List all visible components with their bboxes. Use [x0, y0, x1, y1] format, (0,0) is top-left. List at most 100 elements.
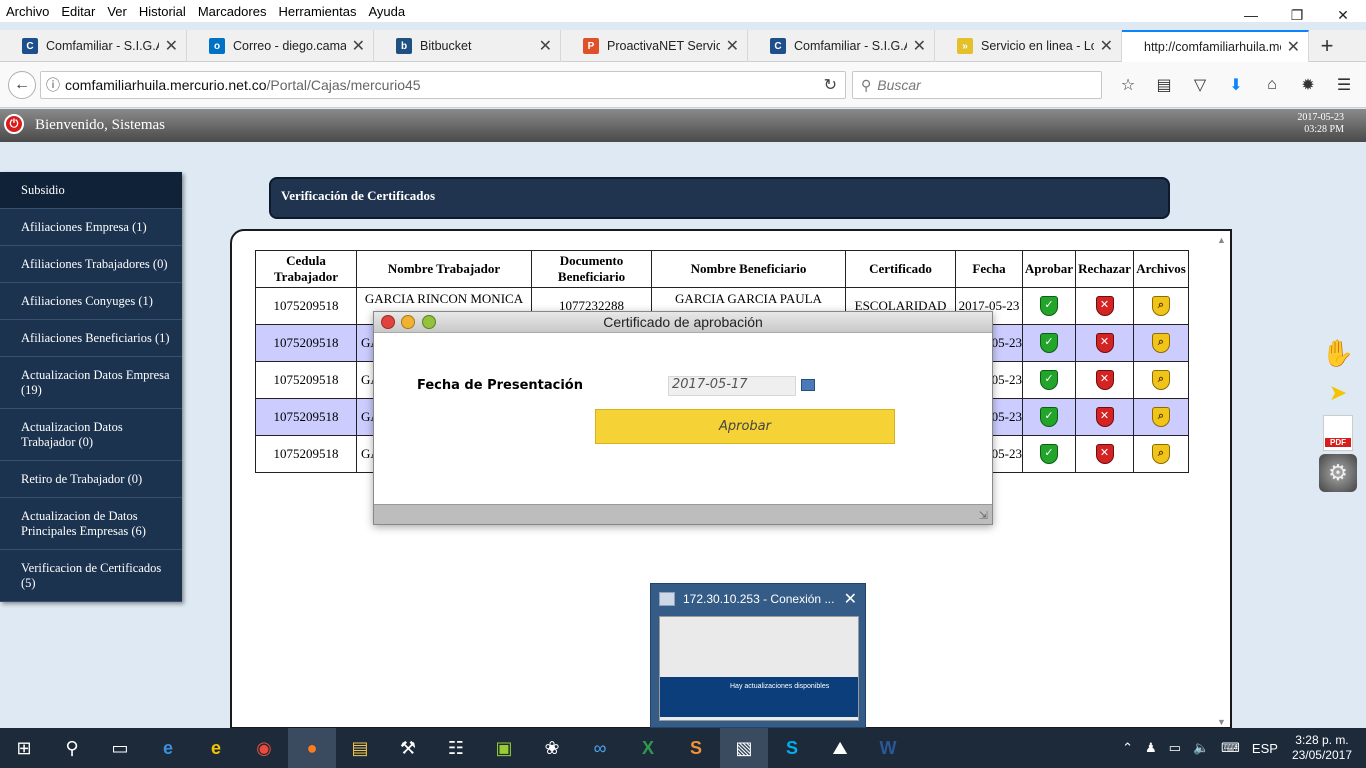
sidebar-item-actualizacion-datos-empresa[interactable]: Actualizacion Datos Empresa (19)	[0, 357, 182, 409]
firefox-icon[interactable]: ●	[288, 728, 336, 768]
scroll-up-icon[interactable]: ▲	[1217, 235, 1226, 245]
close-icon[interactable]: ✕	[1320, 0, 1366, 30]
tab-close-icon[interactable]: ✕	[539, 36, 552, 56]
tab-close-icon[interactable]: ✕	[726, 36, 739, 56]
tab-1[interactable]: o Correo - diego.camacho ✕	[187, 30, 374, 62]
restore-icon[interactable]: ❐	[1274, 0, 1320, 30]
project-icon[interactable]: ▣	[480, 728, 528, 768]
menu-herramientas[interactable]: Herramientas	[272, 4, 362, 19]
tray-keyboard-icon[interactable]: ⌨	[1221, 740, 1240, 756]
reject-shield-icon[interactable]: ✕	[1095, 370, 1114, 390]
files-shield-icon[interactable]: ⌕	[1152, 333, 1170, 353]
excel-icon[interactable]: X	[624, 728, 672, 768]
settings-link[interactable]: ⚙	[1318, 454, 1358, 492]
explorer-icon[interactable]: ▤	[336, 728, 384, 768]
word-icon[interactable]: W	[864, 728, 912, 768]
power-icon[interactable]: ⏻	[4, 114, 24, 134]
tray-network-icon[interactable]: ▭	[1169, 740, 1181, 756]
photos-icon[interactable]: ⛰	[816, 728, 864, 768]
files-shield-icon[interactable]: ⌕	[1152, 407, 1170, 427]
ie-icon[interactable]: e	[192, 728, 240, 768]
git-app-icon[interactable]: ❀	[528, 728, 576, 768]
tab-0[interactable]: C Comfamiliar - S.I.G.A.S. ✕	[0, 30, 187, 62]
sidebar-item-afiliaciones-trabajadores[interactable]: Afiliaciones Trabajadores (0)	[0, 246, 182, 283]
windows-start-icon[interactable]: ⊞	[0, 728, 48, 768]
wing-icon[interactable]: ➤	[1318, 374, 1358, 412]
menu-ayuda[interactable]: Ayuda	[362, 4, 411, 19]
approve-shield-icon[interactable]: ✓	[1040, 444, 1058, 464]
minimize-icon[interactable]: —	[1228, 0, 1274, 30]
sync-app-icon[interactable]: ∞	[576, 728, 624, 768]
calendar-icon[interactable]	[801, 379, 815, 391]
menu-historial[interactable]: Historial	[133, 4, 192, 19]
tab-close-icon[interactable]: ✕	[913, 36, 926, 56]
approve-shield-icon[interactable]: ✓	[1040, 407, 1058, 427]
tab-close-icon[interactable]: ✕	[165, 36, 178, 56]
files-shield-icon[interactable]: ⌕	[1152, 370, 1170, 390]
tools-icon[interactable]: ⚒	[384, 728, 432, 768]
tab-5[interactable]: » Servicio en linea - Login ✕	[935, 30, 1122, 62]
home-icon[interactable]: ⌂	[1254, 71, 1290, 99]
scroll-down-icon[interactable]: ▼	[1217, 717, 1226, 727]
reload-icon[interactable]: ↻	[824, 75, 837, 95]
tab-4[interactable]: C Comfamiliar - S.I.G.A.S. ✕	[748, 30, 935, 62]
sidebar-item-subsidio[interactable]: Subsidio	[0, 172, 182, 209]
sidebar-item-verificacion-certificados[interactable]: Verificacion de Certificados (5)	[0, 550, 182, 602]
files-shield-icon[interactable]: ⌕	[1152, 444, 1170, 464]
tab-close-icon[interactable]: ✕	[1100, 36, 1113, 56]
tray-volume-icon[interactable]: 🔈	[1193, 740, 1209, 756]
network-app-icon[interactable]: ☷	[432, 728, 480, 768]
info-icon[interactable]: ⓘ	[41, 75, 65, 95]
sidebar-item-retiro-trabajador[interactable]: Retiro de Trabajador (0)	[0, 461, 182, 498]
tab-3[interactable]: P ProactivaNET Service Desk ✕	[561, 30, 748, 62]
sublime-icon[interactable]: S	[672, 728, 720, 768]
chrome-icon[interactable]: ◉	[240, 728, 288, 768]
dialog-titlebar[interactable]: Certificado de aprobación	[374, 312, 992, 333]
menu-archivo[interactable]: Archivo	[0, 4, 55, 19]
vertical-scrollbar[interactable]: ▲ ▼	[1214, 233, 1230, 727]
search-input[interactable]: ⚲ Buscar	[852, 71, 1102, 99]
pocket-icon[interactable]: ▽	[1182, 71, 1218, 99]
bookmark-star-icon[interactable]: ☆	[1110, 71, 1146, 99]
reject-shield-icon[interactable]: ✕	[1095, 296, 1114, 316]
menu-marcadores[interactable]: Marcadores	[192, 4, 273, 19]
reject-shield-icon[interactable]: ✕	[1095, 407, 1114, 427]
sidebar-item-afiliaciones-empresa[interactable]: Afiliaciones Empresa (1)	[0, 209, 182, 246]
hands-icon[interactable]: ✋	[1318, 334, 1358, 372]
approve-shield-icon[interactable]: ✓	[1040, 370, 1058, 390]
extension-icon[interactable]: ✹	[1290, 71, 1326, 99]
sidebar-item-actualizacion-principales-empresas[interactable]: Actualizacion de Datos Principales Empre…	[0, 498, 182, 550]
reject-shield-icon[interactable]: ✕	[1095, 333, 1114, 353]
search-taskbar-icon[interactable]: ⚲	[48, 728, 96, 768]
tab-6[interactable]: http://comfamiliarhuila.mercurio.net.co ✕	[1122, 30, 1309, 62]
tray-people-icon[interactable]: ♟	[1145, 740, 1157, 756]
resize-grip-icon[interactable]: ⇲	[979, 509, 988, 522]
sidebar-item-actualizacion-datos-trabajador[interactable]: Actualizacion Datos Trabajador (0)	[0, 409, 182, 461]
thumbnail-close-icon[interactable]: ✕	[844, 589, 857, 609]
tray-chevron-icon[interactable]: ⌃	[1122, 740, 1133, 756]
date-field[interactable]: 2017-05-17	[668, 376, 796, 396]
menu-editar[interactable]: Editar	[55, 4, 101, 19]
skype-icon[interactable]: S	[768, 728, 816, 768]
approve-button[interactable]: Aprobar	[595, 409, 895, 444]
remote-desktop-taskbar-icon[interactable]: ▧	[720, 728, 768, 768]
edge-icon[interactable]: e	[144, 728, 192, 768]
pdf-link[interactable]: PDF	[1318, 414, 1358, 452]
approve-shield-icon[interactable]: ✓	[1040, 296, 1058, 316]
download-icon[interactable]: ⬇	[1218, 71, 1254, 99]
tab-2[interactable]: b Bitbucket ✕	[374, 30, 561, 62]
tray-language[interactable]: ESP	[1252, 741, 1278, 756]
taskbar-thumbnail[interactable]: 172.30.10.253 - Conexión ... ✕ Hay actua…	[650, 583, 866, 728]
menu-ver[interactable]: Ver	[101, 4, 133, 19]
tray-clock[interactable]: 3:28 p. m. 23/05/2017	[1292, 733, 1352, 763]
files-shield-icon[interactable]: ⌕	[1152, 296, 1170, 316]
reject-shield-icon[interactable]: ✕	[1095, 444, 1114, 464]
new-tab-icon[interactable]: +	[1309, 30, 1345, 61]
back-button[interactable]: ←	[8, 70, 36, 99]
hamburger-menu-icon[interactable]: ☰	[1326, 71, 1362, 99]
url-bar[interactable]: ⓘ comfamiliarhuila.mercurio.net.co/Porta…	[40, 71, 846, 99]
reader-list-icon[interactable]: ▤	[1146, 71, 1182, 99]
tab-close-icon[interactable]: ✕	[352, 36, 365, 56]
tab-close-icon[interactable]: ✕	[1287, 37, 1300, 57]
sidebar-item-afiliaciones-conyuges[interactable]: Afiliaciones Conyuges (1)	[0, 283, 182, 320]
